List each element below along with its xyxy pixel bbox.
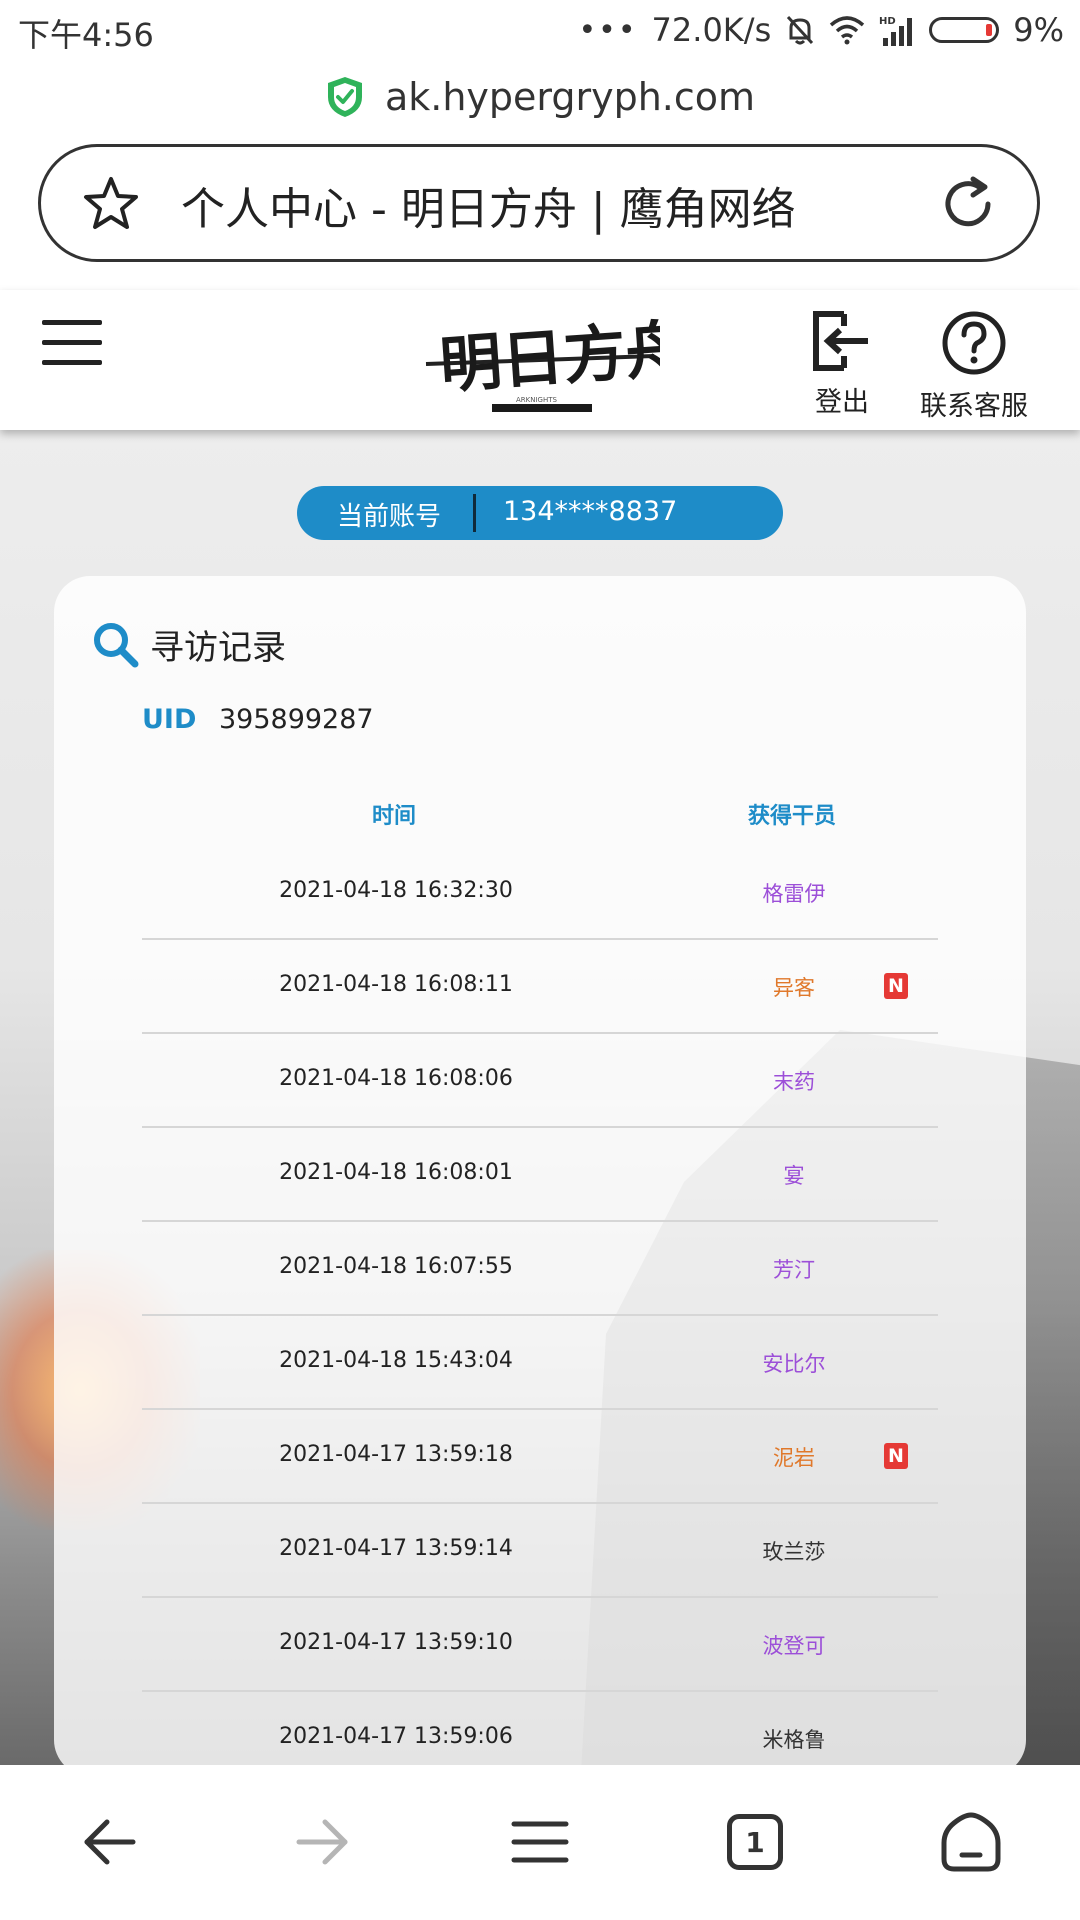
menu-icon: [511, 1821, 569, 1863]
wifi-icon: [830, 16, 865, 45]
back-button[interactable]: [74, 1807, 144, 1877]
mute-icon: [787, 15, 814, 45]
record-operator: 格雷伊: [762, 882, 826, 906]
record-operator: 玫兰莎: [762, 1540, 826, 1564]
menu-line-icon: [42, 340, 102, 345]
table-row: 2021-04-17 13:59:14 玫兰莎: [142, 1504, 938, 1598]
table-row: 2021-04-18 16:08:11 异客 N: [142, 940, 938, 1034]
table-row: 2021-04-18 16:07:55 芳汀: [142, 1222, 938, 1316]
new-badge: N: [884, 1443, 908, 1469]
menu-line-icon: [42, 320, 102, 325]
shield-check-icon: [327, 77, 362, 117]
arknights-logo[interactable]: 明日方舟 ARKNIGHTS: [420, 302, 660, 422]
uid-row: UID 395899287: [142, 704, 374, 735]
record-operator: 宴: [783, 1164, 805, 1188]
more-dots: •••: [578, 12, 638, 48]
battery-percent: 9%: [1013, 11, 1064, 49]
page-title: 个人中心 - 明日方舟 | 鹰角网络: [181, 184, 796, 235]
table-row: 2021-04-18 16:08:06 末药: [142, 1034, 938, 1128]
site-header: 明日方舟 ARKNIGHTS 登出 联系客服: [0, 290, 1080, 430]
record-time: 2021-04-18 16:07:55: [279, 1254, 513, 1279]
tab-count: 1: [745, 1825, 765, 1859]
star-bookmark-icon[interactable]: [81, 175, 141, 233]
record-time: 2021-04-17 13:59:18: [279, 1442, 513, 1467]
column-header-operator: 获得干员: [748, 804, 837, 829]
search-icon: [94, 622, 139, 667]
support-button[interactable]: 联系客服: [920, 310, 1028, 423]
tabs-button[interactable]: 1: [720, 1807, 790, 1877]
record-time: 2021-04-17 13:59:10: [279, 1630, 513, 1655]
svg-text:ARKNIGHTS: ARKNIGHTS: [516, 396, 558, 404]
menu-button[interactable]: [42, 320, 102, 370]
record-operator: 末药: [773, 1070, 815, 1094]
logout-icon: [813, 311, 868, 371]
logout-label: 登出: [815, 387, 869, 418]
status-time: 下午4:56: [18, 16, 154, 54]
help-circle-icon: [942, 311, 1006, 375]
account-divider: [473, 494, 476, 532]
card-title: 寻访记录: [150, 628, 286, 668]
record-time: 2021-04-18 16:32:30: [279, 878, 513, 903]
record-time: 2021-04-17 13:59:14: [279, 1536, 513, 1561]
support-label: 联系客服: [920, 391, 1028, 422]
browser-bottom-nav: 1: [0, 1765, 1080, 1920]
uid-value: 395899287: [218, 704, 374, 735]
new-badge: N: [884, 973, 908, 999]
record-time: 2021-04-18 16:08:06: [279, 1066, 513, 1091]
svg-text:HD: HD: [879, 16, 896, 27]
record-time: 2021-04-18 16:08:11: [279, 972, 513, 997]
url-text[interactable]: ak.hypergryph.com: [385, 75, 755, 119]
record-operator: 波登可: [762, 1634, 826, 1658]
record-operator: 芳汀: [773, 1258, 815, 1282]
forward-button[interactable]: [288, 1807, 358, 1877]
status-indicators: ••• 72.0K/s HD 9%: [578, 10, 1064, 50]
record-time: 2021-04-18 16:08:01: [279, 1160, 513, 1185]
menu-nav-button[interactable]: [505, 1807, 575, 1877]
logout-button[interactable]: 登出: [810, 310, 874, 419]
table-row: 2021-04-18 16:32:30 格雷伊: [142, 846, 938, 940]
arrow-left-icon: [84, 1819, 136, 1865]
table-row: 2021-04-17 13:59:18 泥岩 N: [142, 1410, 938, 1504]
page-title-bar[interactable]: 个人中心 - 明日方舟 | 鹰角网络: [38, 144, 1040, 262]
table-row: 2021-04-17 13:59:10 波登可: [142, 1598, 938, 1692]
column-header-time: 时间: [372, 804, 417, 829]
reload-icon[interactable]: [939, 175, 997, 233]
current-account-badge: 当前账号 134****8837: [297, 486, 783, 540]
card-header: 寻访记录: [92, 620, 286, 669]
account-label: 当前账号: [337, 502, 442, 532]
record-time: 2021-04-18 15:43:04: [279, 1348, 513, 1373]
uid-label: UID: [142, 704, 197, 735]
table-row: 2021-04-18 15:43:04 安比尔: [142, 1316, 938, 1410]
record-operator: 米格鲁: [762, 1728, 826, 1752]
record-operator: 安比尔: [762, 1352, 826, 1376]
svg-text:明日方舟: 明日方舟: [437, 312, 660, 402]
address-row[interactable]: ak.hypergryph.com: [0, 70, 1080, 124]
record-table: 2021-04-18 16:32:30 格雷伊 2021-04-18 16:08…: [142, 846, 938, 1784]
arrow-right-icon: [296, 1819, 348, 1865]
status-bar: 下午4:56 ••• 72.0K/s HD 9%: [0, 0, 1080, 62]
menu-line-icon: [42, 360, 102, 365]
home-icon: [941, 1812, 1001, 1872]
home-button[interactable]: [936, 1807, 1006, 1877]
gacha-record-card: 寻访记录 UID 395899287 时间 获得干员 2021-04-18 16…: [54, 576, 1026, 1776]
table-row: 2021-04-18 16:08:01 宴: [142, 1128, 938, 1222]
battery-icon: [929, 17, 1000, 43]
network-speed: 72.0K/s: [651, 11, 772, 49]
hd-signal-icon: HD: [879, 16, 913, 46]
record-time: 2021-04-17 13:59:06: [279, 1724, 513, 1749]
account-value: 134****8837: [503, 496, 678, 527]
tabs-icon: 1: [727, 1814, 783, 1870]
